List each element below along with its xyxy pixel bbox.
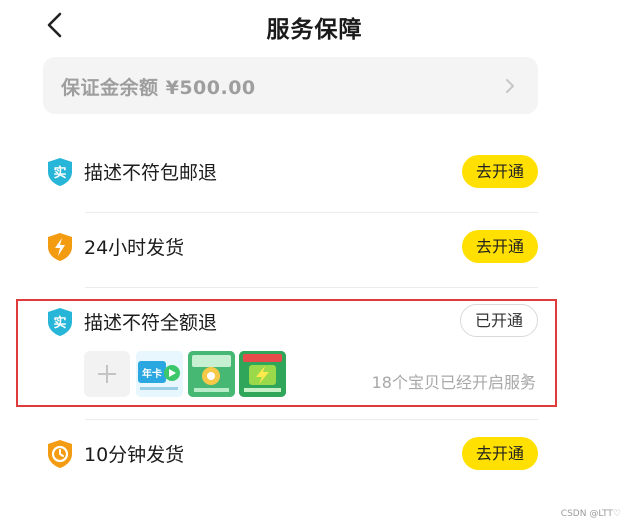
shield-verified-icon: 实 (48, 158, 72, 186)
badge-text: 实 (53, 315, 66, 331)
thumbnail-text: 年卡 (142, 367, 162, 380)
divider (85, 419, 538, 420)
shield-verified-icon: 实 (48, 308, 72, 336)
lightning-shield-icon (48, 233, 72, 261)
add-product-button[interactable] (84, 351, 130, 397)
divider (85, 212, 538, 213)
page-title: 服务保障 (266, 17, 363, 43)
divider (85, 287, 538, 288)
service-label: 描述不符包邮退 (84, 162, 218, 184)
product-thumbnail[interactable] (239, 351, 286, 397)
green-promo-icon (188, 351, 235, 397)
clock-shield-icon (48, 440, 72, 468)
header: 服务保障 (0, 0, 629, 52)
service-row-full-refund: 实 描述不符全额退 已开通 (43, 292, 538, 352)
activate-button[interactable]: 去开通 (462, 230, 538, 263)
chevron-right-icon (506, 79, 514, 93)
service-row-description-free-return: 实 描述不符包邮退 去开通 (43, 142, 538, 202)
service-label: 10分钟发货 (84, 444, 185, 466)
activated-button[interactable]: 已开通 (460, 304, 538, 337)
product-thumbnail[interactable]: 年卡 (136, 351, 183, 397)
service-label: 描述不符全额退 (84, 312, 218, 334)
service-label: 24小时发货 (84, 237, 185, 259)
service-row-10min-shipping: 10分钟发货 去开通 (43, 424, 538, 484)
services-enabled-count[interactable]: 18个宝贝已经开启服务 (372, 369, 536, 393)
watermark: CSDN @LTT♡ (560, 509, 621, 519)
service-row-24h-shipping: 24小时发货 去开通 (43, 217, 538, 277)
activate-button[interactable]: 去开通 (462, 155, 538, 188)
video-card-icon: 年卡 (136, 351, 183, 397)
deposit-balance-bar[interactable]: 保证金余额 ¥500.00 (43, 57, 538, 114)
badge-text: 实 (53, 165, 66, 181)
activate-button[interactable]: 去开通 (462, 437, 538, 470)
chevron-right-icon (523, 373, 530, 385)
product-thumbnail[interactable] (188, 351, 235, 397)
lightning-promo-icon (239, 351, 286, 397)
deposit-balance-label: 保证金余额 ¥500.00 (61, 77, 256, 99)
